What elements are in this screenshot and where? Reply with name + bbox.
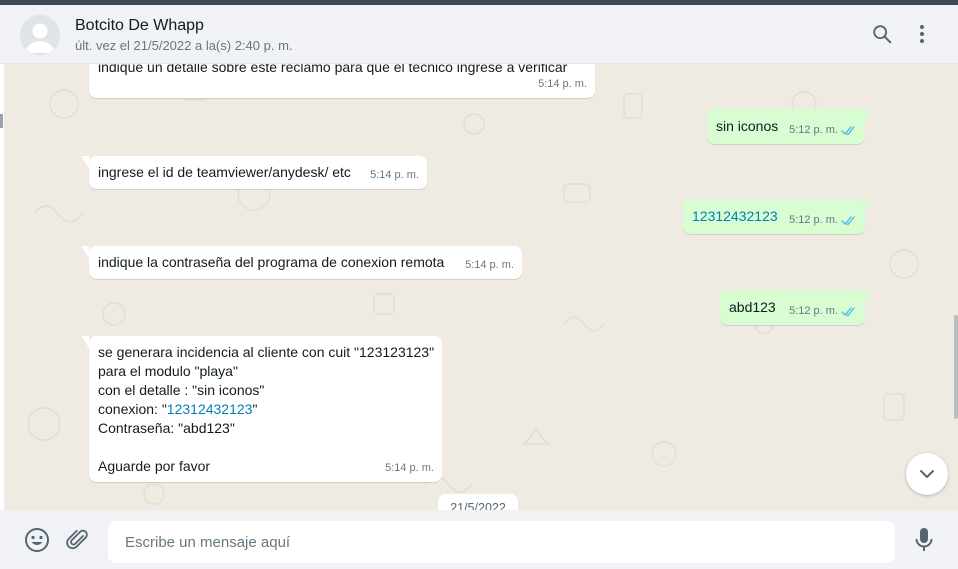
message-list[interactable]: indique un detalle sobre este reclamo pa… <box>4 64 958 510</box>
scrollbar-track[interactable] <box>954 64 958 510</box>
message-line: Contraseña: "abd123" <box>98 420 235 436</box>
message-incoming[interactable]: indique la contraseña del programa de co… <box>89 246 522 279</box>
bubble-tail <box>865 109 873 121</box>
message-link[interactable]: 12312432123 <box>167 401 253 417</box>
compose-bar <box>0 510 958 569</box>
timestamp: 5:14 p. m. <box>385 462 434 474</box>
paperclip-icon <box>66 529 88 550</box>
message-time: 5:14 p. m. <box>538 75 587 94</box>
chat-header: Botcito De Whapp últ. vez el 21/5/2022 a… <box>0 5 958 64</box>
double-check-icon <box>841 307 855 317</box>
message-incoming[interactable]: ingrese el id de teamviewer/anydesk/ etc… <box>89 156 427 189</box>
message-outgoing[interactable]: 12312432123 5:12 p. m. <box>683 199 865 234</box>
bubble-tail <box>865 199 873 211</box>
message-incoming[interactable]: se generara incidencia al cliente con cu… <box>89 336 442 482</box>
default-avatar-icon <box>20 15 60 55</box>
gutter-mark <box>0 114 3 128</box>
message-meta: 5:14 p. m. <box>385 459 434 478</box>
microphone-icon <box>915 528 933 551</box>
message-meta: 5:14 p. m. <box>370 166 419 185</box>
message-line: Aguarde por favor <box>98 458 211 474</box>
search-button[interactable] <box>868 20 896 48</box>
timestamp: 5:14 p. m. <box>538 78 587 90</box>
message-outgoing[interactable]: sin iconos 5:12 p. m. <box>707 109 865 144</box>
message-text: indique la contraseña del programa de co… <box>98 254 445 270</box>
search-icon <box>873 25 892 44</box>
line-suffix: " <box>252 401 258 417</box>
timestamp: 5:12 p. m. <box>789 124 838 136</box>
contact-name[interactable]: Botcito De Whapp <box>75 17 204 35</box>
message-meta: 5:12 p. m. <box>789 121 857 140</box>
bubble-tail <box>81 246 89 258</box>
message-line: se generara incidencia al cliente con cu… <box>98 344 435 360</box>
last-seen-status: últ. vez el 21/5/2022 a la(s) 2:40 p. m. <box>75 38 293 53</box>
message-line: con el detalle : "sin iconos" <box>98 382 265 398</box>
kebab-menu-icon <box>920 25 924 43</box>
bubble-tail <box>865 290 873 302</box>
timestamp: 5:14 p. m. <box>370 169 419 181</box>
message-line: conexion: "12312432123" <box>98 400 433 419</box>
scroll-to-bottom-button[interactable] <box>906 453 948 495</box>
bubble-tail <box>81 156 89 168</box>
voice-message-button[interactable] <box>910 526 938 554</box>
timestamp: 5:14 p. m. <box>465 259 514 271</box>
double-check-icon <box>841 216 855 226</box>
emoji-button[interactable] <box>23 526 51 554</box>
menu-button[interactable] <box>908 20 936 48</box>
message-outgoing[interactable]: abd123 5:12 p. m. <box>720 290 865 325</box>
message-incoming[interactable]: indique un detalle sobre este reclamo pa… <box>89 64 595 98</box>
message-meta: 5:14 p. m. <box>465 256 514 275</box>
message-input[interactable] <box>108 521 895 563</box>
message-meta: 5:12 p. m. <box>789 211 857 230</box>
timestamp: 5:12 p. m. <box>789 214 838 226</box>
chevron-down-icon <box>920 470 934 478</box>
line-prefix: conexion: " <box>98 401 167 417</box>
attach-button[interactable] <box>64 526 92 554</box>
scrollbar-thumb[interactable] <box>954 315 958 419</box>
double-check-icon <box>841 126 855 136</box>
message-line: para el modulo "playa" <box>98 363 238 379</box>
message-meta: 5:12 p. m. <box>789 302 857 321</box>
timestamp: 5:12 p. m. <box>789 305 838 317</box>
message-text: indique un detalle sobre este reclamo pa… <box>98 64 568 75</box>
bubble-tail <box>81 336 89 348</box>
emoji-icon <box>25 528 49 552</box>
contact-avatar[interactable] <box>20 15 60 55</box>
